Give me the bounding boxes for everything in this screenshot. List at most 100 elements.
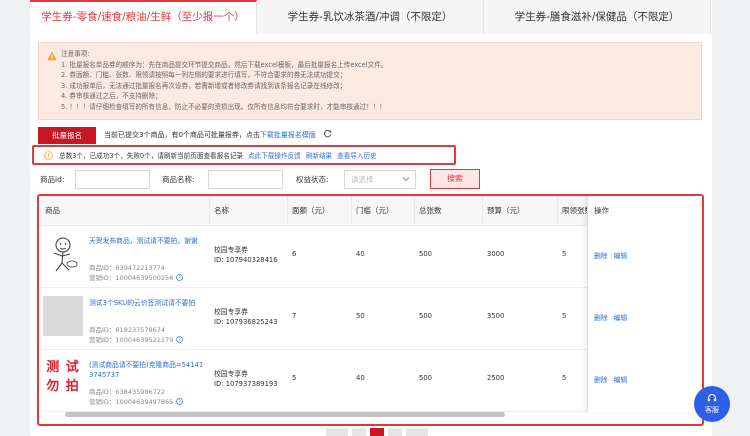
column-divider [351, 196, 352, 226]
budget: 3500 [487, 312, 505, 320]
pagination [326, 428, 446, 436]
batch-info-text: 当前已提交3个商品，有0个商品可批量报券，点击 [104, 131, 260, 139]
product-id: 商品ID：618237578674 [89, 326, 166, 334]
edit-button[interactable]: 编辑 [614, 314, 628, 322]
face-value: 6 [292, 250, 297, 258]
coupon-name: 校园专享券 [214, 370, 248, 378]
search-button[interactable]: 搜索 [430, 169, 480, 189]
coupon-id: ID: 107940328416 [214, 256, 278, 264]
notice-item-2: 2. 券面额、门槛、张数、限领请按照每一列左侧的要求进行填写，不符合要求的券无法… [61, 71, 347, 79]
batch-register-button[interactable]: 批量报名 [38, 127, 96, 144]
product-name-label: 商品名称: [162, 175, 195, 184]
budget: 2500 [487, 374, 505, 382]
delete-button[interactable]: 删除 [594, 376, 608, 384]
column-divider [209, 196, 210, 226]
product-thumbnail-text: 测 试 勿 拍 [46, 360, 80, 394]
product-id: 商品ID：639472213774 [89, 264, 166, 272]
notice-panel: 注意事项: 1. 批量报名单品券的顺序为：先在商品提交环节提交商品，然后下载ex… [38, 42, 702, 120]
threshold: 40 [356, 374, 365, 382]
customer-service-button[interactable]: 客服 [694, 386, 730, 422]
total-count: 500 [419, 374, 432, 382]
threshold: 50 [356, 312, 365, 320]
product-name-input[interactable] [208, 170, 283, 189]
prev-page-button[interactable] [326, 428, 348, 436]
product-id: 商品ID：638435986722 [89, 388, 166, 396]
page-button[interactable] [352, 428, 366, 436]
row-actions: 删除 编辑 [594, 312, 627, 322]
limit-count: 5 [562, 250, 567, 258]
question-icon[interactable]: ? [176, 336, 184, 343]
column-divider [482, 196, 483, 226]
question-icon[interactable]: ? [176, 398, 184, 405]
notice-item-3: 3. 成功报单后，无法通过批量报名再次设券，若需新增或者修改券请找到该条报名记录… [61, 81, 347, 90]
question-icon[interactable]: ? [176, 274, 184, 281]
coupon-table: 商品 名称 面额（元） 门槛（元） 总张数 预算（元） 限领张数 [37, 194, 704, 426]
rights-status-label: 权益状态: [296, 175, 329, 184]
import-history-link[interactable]: 查看导入历史 [337, 152, 377, 160]
operation-column: 操作 删除 编辑 删除 编辑 删除 编辑 [587, 196, 702, 412]
category-tabs: 学生券-零食/速食/粮油/生鲜（至少报一个） 学生券-乳饮冰茶酒/冲调（不限定）… [30, 0, 712, 34]
batch-info: 当前已提交3个商品，有0个商品可批量报券，点击下载批量报名模版 [104, 127, 332, 144]
face-value: 7 [292, 312, 297, 320]
customer-service-label: 客服 [705, 406, 719, 414]
rights-status-placeholder: 请选择 [351, 175, 374, 184]
header-threshold: 门槛（元） [356, 206, 394, 215]
column-divider [557, 196, 558, 226]
limit-count: 5 [562, 312, 567, 320]
coupon-name: 校园专享券 [214, 308, 248, 316]
notice-item-1: 1. 批量报名单品券的顺序为：先在商品提交环节提交商品，然后下载excel模板，… [61, 60, 388, 69]
horizontal-scrollbar[interactable] [65, 412, 505, 417]
rights-status-select[interactable]: 请选择 [344, 170, 416, 189]
edit-button[interactable]: 编辑 [614, 252, 628, 260]
limit-count: 5 [562, 374, 567, 382]
download-feedback-link[interactable]: 点此下载操作反馈 [248, 152, 301, 160]
notice-item-4: 4. 券审核通过之后，不支持删除； [61, 92, 162, 100]
marketing-id-row: 营销ID：10004639500256? [89, 272, 184, 282]
tab-drinks[interactable]: 学生券-乳饮冰茶酒/冲调（不限定） [257, 0, 484, 34]
warning-icon [47, 51, 57, 61]
face-value: 5 [292, 374, 297, 382]
page-button[interactable] [388, 428, 402, 436]
product-title-link[interactable]: (测试商品请不要拍)克隆商品=541413745737 [89, 360, 207, 380]
header-product: 商品 [45, 206, 60, 215]
header-face-value: 面额（元） [292, 206, 330, 215]
product-title-link[interactable]: 测试3个SKU的云价签测试请不要拍 [89, 298, 207, 308]
delete-button[interactable]: 删除 [594, 252, 608, 260]
total-count: 500 [419, 250, 432, 258]
delete-button[interactable]: 删除 [594, 314, 608, 322]
headset-icon [707, 393, 717, 402]
import-status-text: 总数3个，已成功3个，失败0个，请刷新当前页面查看报名记录 [59, 152, 244, 160]
product-thumbnail [43, 234, 83, 274]
next-page-button[interactable] [406, 428, 428, 436]
coupon-id: ID: 107936825243 [214, 318, 278, 326]
marketing-id: 营销ID：10004639521179 [89, 336, 174, 344]
current-page-button[interactable] [370, 428, 384, 436]
header-limit: 限领张数 [562, 206, 588, 215]
product-title-link[interactable]: 天贺发布商品，测试请不要拍，谢谢 [89, 236, 207, 246]
marketing-id-row: 营销ID：10004639497865? [89, 396, 184, 406]
header-budget: 预算（元） [487, 206, 525, 215]
column-divider [414, 196, 415, 226]
header-operation: 操作 [594, 206, 609, 215]
edit-button[interactable]: 编辑 [614, 376, 628, 384]
product-id-input[interactable] [75, 170, 150, 189]
download-template-link[interactable]: 下载批量报名模版 [260, 131, 316, 139]
notice-item-5: 5. ！！！请仔细检查填写的所有信息，防止不必要的资损出现。仅所有信息均符合要求… [61, 102, 386, 111]
product-thumbnail [43, 296, 83, 336]
tab-snacks[interactable]: 学生券-零食/速食/粮油/生鲜（至少报一个） [30, 0, 257, 34]
row-actions: 删除 编辑 [594, 250, 627, 260]
import-status-line: 总数3个，已成功3个，失败0个，请刷新当前页面查看报名记录 点此下载操作反馈 刷新结… [44, 151, 377, 161]
column-divider [287, 196, 288, 226]
tab-supplements[interactable]: 学生券-膳食滋补/保健品（不限定） [484, 0, 711, 34]
import-status-box: 总数3个，已成功3个，失败0个，请刷新当前页面查看报名记录 点此下载操作反馈 刷新结… [32, 145, 456, 165]
refresh-icon[interactable] [323, 129, 332, 138]
notice-title: 注意事项: [61, 50, 90, 58]
header-total: 总张数 [419, 206, 442, 215]
coupon-name: 校园专享券 [214, 246, 248, 254]
coupon-id: ID: 107937389193 [214, 380, 278, 388]
chevron-down-icon [402, 177, 410, 182]
header-name: 名称 [214, 206, 229, 215]
refresh-result-link[interactable]: 刷新结果 [306, 152, 332, 160]
threshold: 40 [356, 250, 365, 258]
info-icon [44, 151, 53, 160]
